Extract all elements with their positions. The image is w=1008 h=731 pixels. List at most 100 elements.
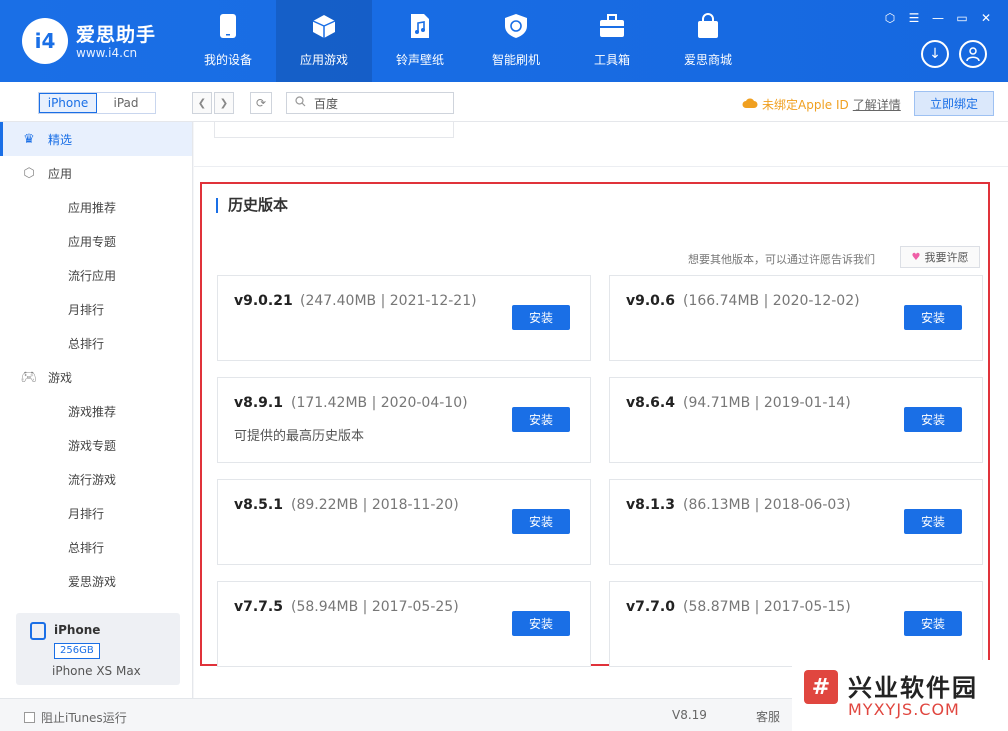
version-meta: (171.42MB | 2020-04-10)	[291, 395, 468, 411]
tab-iphone[interactable]: iPhone	[39, 93, 97, 113]
watermark: # 兴业软件园 MYXYJS.COM	[792, 660, 1008, 731]
nav-label: 爱思商城	[683, 53, 732, 67]
version-card: v7.7.0 (58.87MB | 2017-05-15) 安装	[609, 581, 983, 667]
apple-id-status-text: 未绑定Apple ID	[762, 98, 849, 112]
search-input[interactable]: 百度	[286, 92, 454, 114]
watermark-url: MYXYJS.COM	[848, 700, 960, 719]
device-type-tabs: iPhone iPad	[38, 92, 156, 114]
sidebar-item-game-monthly[interactable]: 月排行	[0, 496, 192, 530]
sidebar-item-game-recommend[interactable]: 游戏推荐	[0, 394, 192, 428]
nav-toolbox[interactable]: 工具箱	[564, 0, 660, 82]
top-bar: i4 爱思助手 www.i4.cn 我的设备 应用游戏 铃声壁纸 智能刷机 工具…	[0, 0, 1008, 82]
install-button[interactable]: 安装	[512, 611, 570, 636]
nav-ringtones[interactable]: 铃声壁纸	[372, 0, 468, 82]
gamepad-icon: 🎮︎	[20, 369, 38, 385]
crown-icon: ♛	[23, 131, 35, 147]
toolbar: iPhone iPad ❮ ❯ ⟳ 百度 未绑定Apple ID 了解详情 立即…	[0, 82, 1008, 122]
nav-label: 应用游戏	[299, 53, 348, 67]
section-title: 历史版本	[216, 198, 288, 213]
version-meta: (58.87MB | 2017-05-15)	[683, 599, 851, 615]
wish-hint: 想要其他版本，可以通过许愿告诉我们	[688, 253, 875, 266]
window-controls: ⬡ ☰ — ▭ ✕	[882, 10, 994, 26]
version-number: v8.1.3	[626, 497, 675, 513]
apple-id-status: 未绑定Apple ID 了解详情	[742, 96, 901, 113]
minimize-icon[interactable]: —	[930, 10, 946, 26]
nav-apps-games[interactable]: 应用游戏	[276, 0, 372, 82]
version-number: v9.0.6	[626, 293, 675, 309]
wish-button-label: 我要许愿	[924, 251, 969, 264]
cube-icon	[311, 13, 337, 39]
block-itunes-label: 阻止iTunes运行	[41, 711, 127, 725]
customer-service-link[interactable]: 客服	[756, 708, 780, 725]
sidebar-item-featured[interactable]: ♛ 精选	[0, 122, 192, 156]
install-button[interactable]: 安装	[512, 509, 570, 534]
version-card: v9.0.21 (247.40MB | 2021-12-21) 安装	[217, 275, 591, 361]
user-icon[interactable]	[959, 40, 987, 68]
sidebar-item-app-recommend[interactable]: 应用推荐	[0, 190, 192, 224]
install-button[interactable]: 安装	[904, 407, 962, 432]
nav-label: 我的设备	[203, 53, 252, 67]
device-model: iPhone XS Max	[52, 664, 141, 678]
maximize-icon[interactable]: ▭	[954, 10, 970, 26]
version-card: v8.1.3 (86.13MB | 2018-06-03) 安装	[609, 479, 983, 565]
main-content: 历史版本 想要其他版本，可以通过许愿告诉我们 ♥ 我要许愿 v9.0.21 (2…	[194, 122, 1008, 698]
bind-now-button[interactable]: 立即绑定	[914, 91, 994, 116]
nav-label: 铃声壁纸	[395, 53, 444, 67]
version-meta: (58.94MB | 2017-05-25)	[291, 599, 459, 615]
device-name: iPhone	[54, 623, 101, 637]
install-button[interactable]: 安装	[512, 407, 570, 432]
back-button[interactable]: ❮	[192, 92, 212, 114]
block-itunes-checkbox[interactable]: 阻止iTunes运行	[24, 709, 127, 726]
app-version: V8.19	[672, 708, 707, 722]
sidebar-item-app-overall[interactable]: 总排行	[0, 326, 192, 360]
cloud-icon	[742, 97, 758, 112]
divider	[194, 166, 1008, 167]
sidebar-item-app-topics[interactable]: 应用专题	[0, 224, 192, 258]
install-button[interactable]: 安装	[904, 305, 962, 330]
version-card: v9.0.6 (166.74MB | 2020-12-02) 安装	[609, 275, 983, 361]
close-icon[interactable]: ✕	[978, 10, 994, 26]
install-button[interactable]: 安装	[904, 509, 962, 534]
download-icon[interactable]: ↓	[921, 40, 949, 68]
forward-button[interactable]: ❯	[214, 92, 234, 114]
app-store-icon: ⬡	[23, 165, 35, 181]
skin-icon[interactable]: ⬡	[882, 10, 898, 26]
nav-label: 智能刷机	[491, 53, 540, 67]
sidebar-item-apps[interactable]: ⬡ 应用	[0, 156, 192, 190]
sidebar-item-game-overall[interactable]: 总排行	[0, 530, 192, 564]
tab-ipad[interactable]: iPad	[97, 93, 155, 113]
sidebar-item-app-monthly[interactable]: 月排行	[0, 292, 192, 326]
version-number: v9.0.21	[234, 293, 293, 309]
sidebar-item-label: 精选	[48, 132, 73, 147]
sidebar-item-label: 游戏	[48, 370, 73, 385]
search-icon	[295, 96, 306, 110]
version-meta: (86.13MB | 2018-06-03)	[683, 497, 851, 513]
version-card: v7.7.5 (58.94MB | 2017-05-25) 安装	[217, 581, 591, 667]
shield-refresh-icon	[503, 13, 529, 39]
learn-more-link[interactable]: 了解详情	[853, 96, 901, 113]
shopping-bag-icon	[695, 13, 721, 39]
install-button[interactable]: 安装	[512, 305, 570, 330]
sidebar-item-games[interactable]: 🎮︎ 游戏	[0, 360, 192, 394]
toolbox-icon	[599, 13, 625, 39]
iphone-icon	[30, 622, 46, 640]
nav-store[interactable]: 爱思商城	[660, 0, 756, 82]
watermark-title: 兴业软件园	[848, 674, 978, 702]
version-meta: (247.40MB | 2021-12-21)	[300, 293, 477, 309]
sidebar-item-label: 应用	[48, 166, 73, 181]
device-card[interactable]: iPhone 256GB iPhone XS Max	[16, 613, 180, 685]
make-wish-button[interactable]: ♥ 我要许愿	[900, 246, 980, 268]
sidebar-item-popular-apps[interactable]: 流行应用	[0, 258, 192, 292]
search-value: 百度	[314, 96, 339, 111]
version-card: v8.5.1 (89.22MB | 2018-11-20) 安装	[217, 479, 591, 565]
install-button[interactable]: 安装	[904, 611, 962, 636]
refresh-button[interactable]: ⟳	[250, 92, 272, 114]
checkbox-icon	[24, 712, 35, 723]
nav-flash[interactable]: 智能刷机	[468, 0, 564, 82]
heart-icon: ♥	[911, 251, 921, 263]
sidebar-item-i4-games[interactable]: 爱思游戏	[0, 564, 192, 598]
nav-my-device[interactable]: 我的设备	[180, 0, 276, 82]
menu-icon[interactable]: ☰	[906, 10, 922, 26]
sidebar-item-game-topics[interactable]: 游戏专题	[0, 428, 192, 462]
sidebar-item-popular-games[interactable]: 流行游戏	[0, 462, 192, 496]
